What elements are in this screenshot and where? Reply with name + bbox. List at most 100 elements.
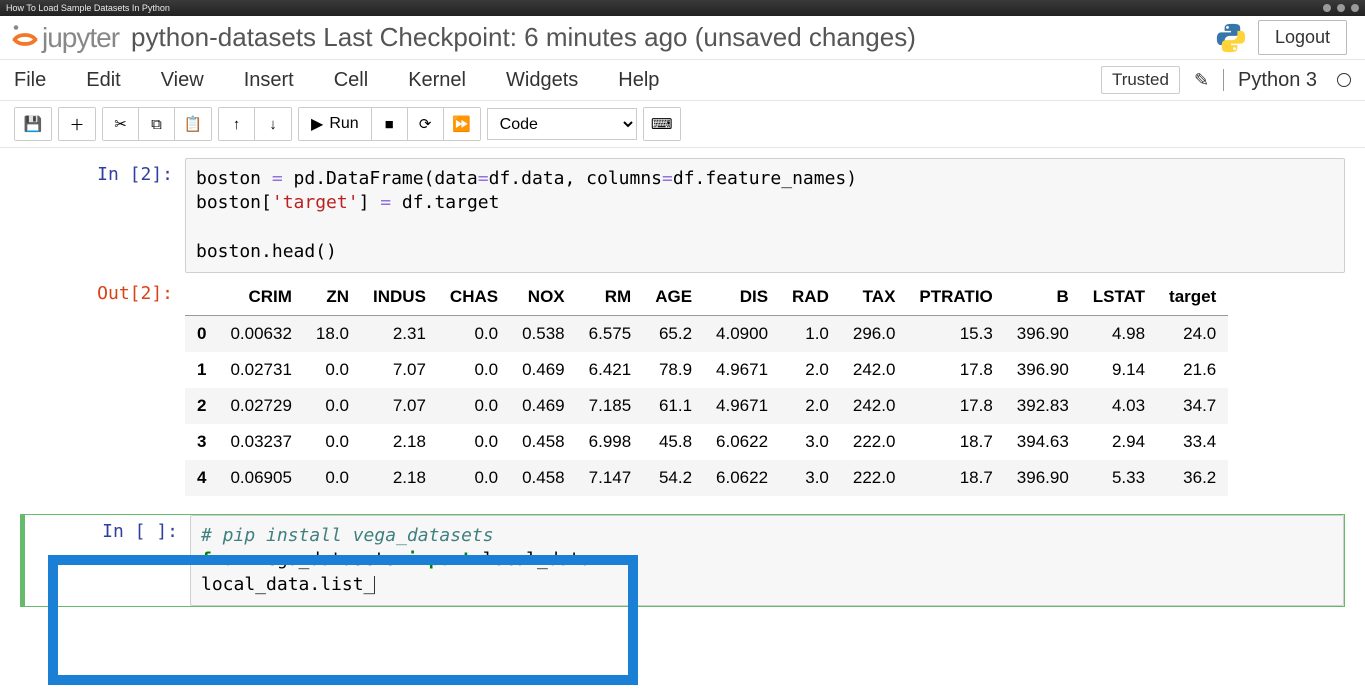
table-cell: 18.0	[304, 316, 361, 353]
table-cell: 6.0622	[704, 424, 780, 460]
restart-run-button[interactable]: ⏩	[444, 108, 480, 140]
table-cell: 0.0	[304, 424, 361, 460]
table-cell: 17.8	[907, 352, 1004, 388]
menu-help[interactable]: Help	[618, 69, 659, 92]
table-cell: 6.421	[577, 352, 644, 388]
browser-tab-bar: How To Load Sample Datasets In Python	[0, 0, 1365, 16]
table-cell: 3.0	[780, 460, 841, 496]
logout-button[interactable]: Logout	[1258, 20, 1347, 55]
table-cell: 0.469	[510, 388, 577, 424]
code-input[interactable]: boston = pd.DataFrame(data=df.data, colu…	[185, 158, 1345, 273]
column-header: INDUS	[361, 279, 438, 316]
add-cell-button[interactable]: ＋	[59, 108, 95, 140]
table-cell: 18.7	[907, 424, 1004, 460]
table-cell: 242.0	[841, 352, 908, 388]
table-cell: 45.8	[643, 424, 704, 460]
menu-widgets[interactable]: Widgets	[506, 69, 578, 92]
restart-button[interactable]: ⟳	[408, 108, 444, 140]
paste-button[interactable]: 📋	[175, 108, 211, 140]
menu-cell[interactable]: Cell	[334, 69, 368, 92]
table-cell: 6.0622	[704, 460, 780, 496]
table-cell: 0.458	[510, 424, 577, 460]
table-cell: 392.83	[1005, 388, 1081, 424]
table-cell: 4.9671	[704, 352, 780, 388]
table-cell: 9.14	[1081, 352, 1157, 388]
maximize-icon[interactable]	[1337, 4, 1345, 12]
move-up-button[interactable]: ↑	[219, 108, 255, 140]
table-cell: 0.0	[438, 352, 510, 388]
table-cell: 7.07	[361, 352, 438, 388]
table-cell: 2.0	[780, 388, 841, 424]
table-cell: 242.0	[841, 388, 908, 424]
column-header: RM	[577, 279, 644, 316]
column-header	[185, 279, 218, 316]
jupyter-logo-text: jupyter	[42, 22, 119, 54]
run-label: Run	[329, 115, 358, 133]
move-down-button[interactable]: ↓	[255, 108, 291, 140]
table-cell: 5.33	[1081, 460, 1157, 496]
table-cell: 3.0	[780, 424, 841, 460]
table-cell: 0.0	[438, 388, 510, 424]
table-cell: 2	[185, 388, 218, 424]
column-header: AGE	[643, 279, 704, 316]
notebook-title[interactable]: python-datasets Last Checkpoint: 6 minut…	[131, 22, 916, 53]
table-cell: 0.0	[304, 388, 361, 424]
table-cell: 0.00632	[218, 316, 303, 353]
text-cursor	[374, 576, 375, 594]
table-cell: 2.0	[780, 352, 841, 388]
table-cell: 24.0	[1157, 316, 1228, 353]
table-cell: 0	[185, 316, 218, 353]
table-cell: 396.90	[1005, 316, 1081, 353]
table-cell: 54.2	[643, 460, 704, 496]
menu-edit[interactable]: Edit	[86, 69, 120, 92]
column-header: CRIM	[218, 279, 303, 316]
notebook-area[interactable]: In [2]: boston = pd.DataFrame(data=df.da…	[0, 148, 1365, 684]
column-header: B	[1005, 279, 1081, 316]
kernel-status-icon	[1337, 73, 1351, 87]
save-button[interactable]: 💾	[15, 108, 51, 140]
code-cell-2[interactable]: In [2]: boston = pd.DataFrame(data=df.da…	[20, 158, 1345, 273]
table-cell: 18.7	[907, 460, 1004, 496]
table-cell: 396.90	[1005, 460, 1081, 496]
python-logo-icon	[1214, 21, 1248, 55]
table-cell: 0.0	[438, 460, 510, 496]
code-input[interactable]: # pip install vega_datasets from vega_da…	[190, 515, 1344, 606]
column-header: NOX	[510, 279, 577, 316]
table-cell: 394.63	[1005, 424, 1081, 460]
interrupt-button[interactable]: ■	[372, 108, 408, 140]
menu-kernel[interactable]: Kernel	[408, 69, 466, 92]
table-cell: 0.538	[510, 316, 577, 353]
table-cell: 1	[185, 352, 218, 388]
command-palette-button[interactable]: ⌨	[644, 108, 680, 140]
minimize-icon[interactable]	[1323, 4, 1331, 12]
table-cell: 21.6	[1157, 352, 1228, 388]
trusted-badge[interactable]: Trusted	[1101, 66, 1180, 94]
close-icon[interactable]	[1351, 4, 1359, 12]
menu-insert[interactable]: Insert	[244, 69, 294, 92]
run-button[interactable]: ▶ Run	[299, 108, 372, 140]
notebook-header: jupyter python-datasets Last Checkpoint:…	[0, 16, 1365, 60]
browser-tab-title: How To Load Sample Datasets In Python	[6, 3, 170, 13]
table-cell: 0.0	[304, 352, 361, 388]
input-prompt: In [ ]:	[25, 515, 190, 606]
celltype-select[interactable]: Code	[487, 108, 637, 140]
table-row: 40.069050.02.180.00.4587.14754.26.06223.…	[185, 460, 1228, 496]
table-cell: 4.0900	[704, 316, 780, 353]
menu-file[interactable]: File	[14, 69, 46, 92]
jupyter-logo[interactable]: jupyter	[10, 22, 119, 54]
table-row: 00.0063218.02.310.00.5386.57565.24.09001…	[185, 316, 1228, 353]
table-cell: 6.998	[577, 424, 644, 460]
menu-view[interactable]: View	[161, 69, 204, 92]
column-header: RAD	[780, 279, 841, 316]
copy-button[interactable]: ⧉	[139, 108, 175, 140]
column-header: DIS	[704, 279, 780, 316]
cut-button[interactable]: ✂	[103, 108, 139, 140]
table-cell: 33.4	[1157, 424, 1228, 460]
column-header: CHAS	[438, 279, 510, 316]
table-cell: 7.07	[361, 388, 438, 424]
toolbar: 💾 ＋ ✂ ⧉ 📋 ↑ ↓ ▶ Run ■ ⟳ ⏩ Code ⌨	[0, 101, 1365, 148]
code-cell-3-selected[interactable]: In [ ]: # pip install vega_datasets from…	[20, 514, 1345, 607]
kernel-name[interactable]: Python 3	[1238, 69, 1317, 92]
table-row: 30.032370.02.180.00.4586.99845.86.06223.…	[185, 424, 1228, 460]
edit-icon[interactable]: ✎	[1194, 70, 1209, 91]
